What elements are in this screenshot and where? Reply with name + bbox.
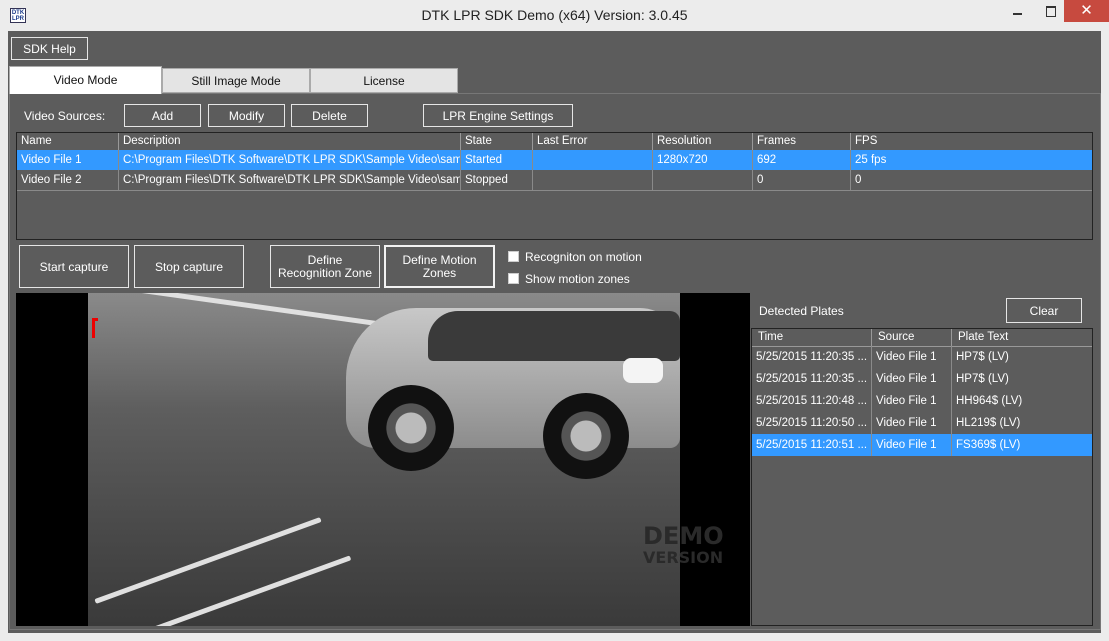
table-row[interactable]: Video File 2 C:\Program Files\DTK Softwa… <box>17 170 1092 191</box>
recognition-on-motion-label[interactable]: Recogniton on motion <box>525 250 642 264</box>
recognition-zone-marker <box>92 318 98 338</box>
lpr-engine-settings-button[interactable]: LPR Engine Settings <box>423 104 573 127</box>
stop-capture-button[interactable]: Stop capture <box>134 245 244 288</box>
cell-time: 5/25/2015 11:20:50 ... <box>752 412 872 434</box>
cell-last-error <box>533 170 653 190</box>
title-bar: DTK LPR DTK LPR SDK Demo (x64) Version: … <box>0 0 1109 31</box>
video-preview[interactable]: DEMO VERSION <box>16 293 750 626</box>
cell-state: Started <box>461 150 533 170</box>
define-recognition-zone-button[interactable]: Define Recognition Zone <box>270 245 380 288</box>
window-frame-bottom <box>0 633 1109 641</box>
table-header: Name Description State Last Error Resolu… <box>17 133 1092 151</box>
column-header-fps[interactable]: FPS <box>851 133 1092 150</box>
show-motion-zones-checkbox[interactable] <box>508 273 519 284</box>
column-header-plate-text[interactable]: Plate Text <box>952 329 1092 346</box>
column-header-frames[interactable]: Frames <box>753 133 851 150</box>
cell-time: 5/25/2015 11:20:35 ... <box>752 346 872 368</box>
cell-name: Video File 1 <box>17 150 119 170</box>
cell-frames: 0 <box>753 170 851 190</box>
clear-plates-button[interactable]: Clear <box>1006 298 1082 323</box>
column-header-last-error[interactable]: Last Error <box>533 133 653 150</box>
define-motion-zones-button[interactable]: Define Motion Zones <box>384 245 495 288</box>
cell-resolution <box>653 170 753 190</box>
cell-plate-text: HL219$ (LV) <box>956 417 1021 429</box>
column-header-description[interactable]: Description <box>119 133 461 150</box>
cell-source: Video File 1 <box>872 368 952 390</box>
cell-source: Video File 1 <box>872 346 952 368</box>
cell-time: 5/25/2015 11:20:35 ... <box>752 368 872 390</box>
video-frame-image: DEMO VERSION <box>88 293 724 626</box>
minimize-button[interactable] <box>1000 0 1034 22</box>
demo-watermark: DEMO VERSION <box>643 522 724 569</box>
cell-description: C:\Program Files\DTK Software\DTK LPR SD… <box>119 170 461 190</box>
cell-plate-text: HH964$ (LV) <box>956 395 1023 407</box>
watermark-line1: DEMO <box>643 522 724 550</box>
detected-plates-table[interactable]: Time Source Plate Text 5/25/2015 11:20:3… <box>751 328 1093 626</box>
cell-time: 5/25/2015 11:20:48 ... <box>752 390 872 412</box>
show-motion-zones-label[interactable]: Show motion zones <box>525 272 630 286</box>
cell-frames: 692 <box>753 150 851 170</box>
lane-marking <box>114 555 352 626</box>
lane-marking <box>128 293 398 329</box>
cell-name: Video File 2 <box>17 170 119 190</box>
window-frame-right <box>1101 31 1109 641</box>
car-wheel <box>543 393 629 479</box>
recognition-on-motion-checkbox[interactable] <box>508 251 519 262</box>
column-header-state[interactable]: State <box>461 133 533 150</box>
close-icon: ✕ <box>1080 2 1093 19</box>
lane-marking <box>94 517 322 604</box>
start-capture-button[interactable]: Start capture <box>19 245 129 288</box>
video-sources-table[interactable]: Name Description State Last Error Resolu… <box>16 132 1093 240</box>
list-item[interactable]: 5/25/2015 11:20:50 ... Video File 1 HL21… <box>752 412 1092 434</box>
column-header-source[interactable]: Source <box>872 329 952 346</box>
cell-plate-text: HP7$ (LV) <box>956 373 1009 385</box>
cell-fps: 0 <box>855 174 862 186</box>
tab-license[interactable]: License <box>310 68 458 93</box>
add-source-button[interactable]: Add <box>124 104 201 127</box>
close-button[interactable]: ✕ <box>1064 0 1109 22</box>
table-row[interactable]: Video File 1 C:\Program Files\DTK Softwa… <box>17 150 1092 170</box>
car-wheel <box>368 385 454 471</box>
cell-source: Video File 1 <box>872 390 952 412</box>
app-window: DTK LPR DTK LPR SDK Demo (x64) Version: … <box>0 0 1109 641</box>
maximize-button[interactable] <box>1034 0 1068 22</box>
video-sources-label: Video Sources: <box>24 109 106 123</box>
list-item[interactable]: 5/25/2015 11:20:51 ... Video File 1 FS36… <box>752 434 1092 456</box>
column-header-time[interactable]: Time <box>752 329 872 346</box>
window-title: DTK LPR SDK Demo (x64) Version: 3.0.45 <box>421 7 688 23</box>
column-header-resolution[interactable]: Resolution <box>653 133 753 150</box>
delete-source-button[interactable]: Delete <box>291 104 368 127</box>
watermark-line2: VERSION <box>643 548 724 567</box>
maximize-icon <box>1046 6 1056 17</box>
car-window <box>428 311 680 361</box>
cell-description: C:\Program Files\DTK Software\DTK LPR SD… <box>119 150 461 170</box>
cell-time: 5/25/2015 11:20:51 ... <box>752 434 872 456</box>
cell-resolution: 1280x720 <box>653 150 753 170</box>
table-header: Time Source Plate Text <box>752 329 1092 347</box>
minimize-icon <box>1013 13 1022 15</box>
list-item[interactable]: 5/25/2015 11:20:35 ... Video File 1 HP7$… <box>752 346 1092 368</box>
sdk-help-button[interactable]: SDK Help <box>11 37 88 60</box>
column-header-name[interactable]: Name <box>17 133 119 150</box>
detected-plates-title: Detected Plates <box>759 304 844 318</box>
list-item[interactable]: 5/25/2015 11:20:48 ... Video File 1 HH96… <box>752 390 1092 412</box>
cell-source: Video File 1 <box>872 412 952 434</box>
cell-fps: 25 fps <box>855 154 887 166</box>
cell-plate-text: FS369$ (LV) <box>956 439 1021 451</box>
cell-state: Stopped <box>461 170 533 190</box>
cell-last-error <box>533 150 653 170</box>
modify-source-button[interactable]: Modify <box>208 104 285 127</box>
cell-source: Video File 1 <box>872 434 952 456</box>
tab-video-mode[interactable]: Video Mode <box>9 66 162 94</box>
cell-plate-text: HP7$ (LV) <box>956 351 1009 363</box>
car-headlight <box>623 358 663 383</box>
tab-still-image-mode[interactable]: Still Image Mode <box>162 68 310 93</box>
window-frame-left <box>0 31 8 641</box>
list-item[interactable]: 5/25/2015 11:20:35 ... Video File 1 HP7$… <box>752 368 1092 390</box>
